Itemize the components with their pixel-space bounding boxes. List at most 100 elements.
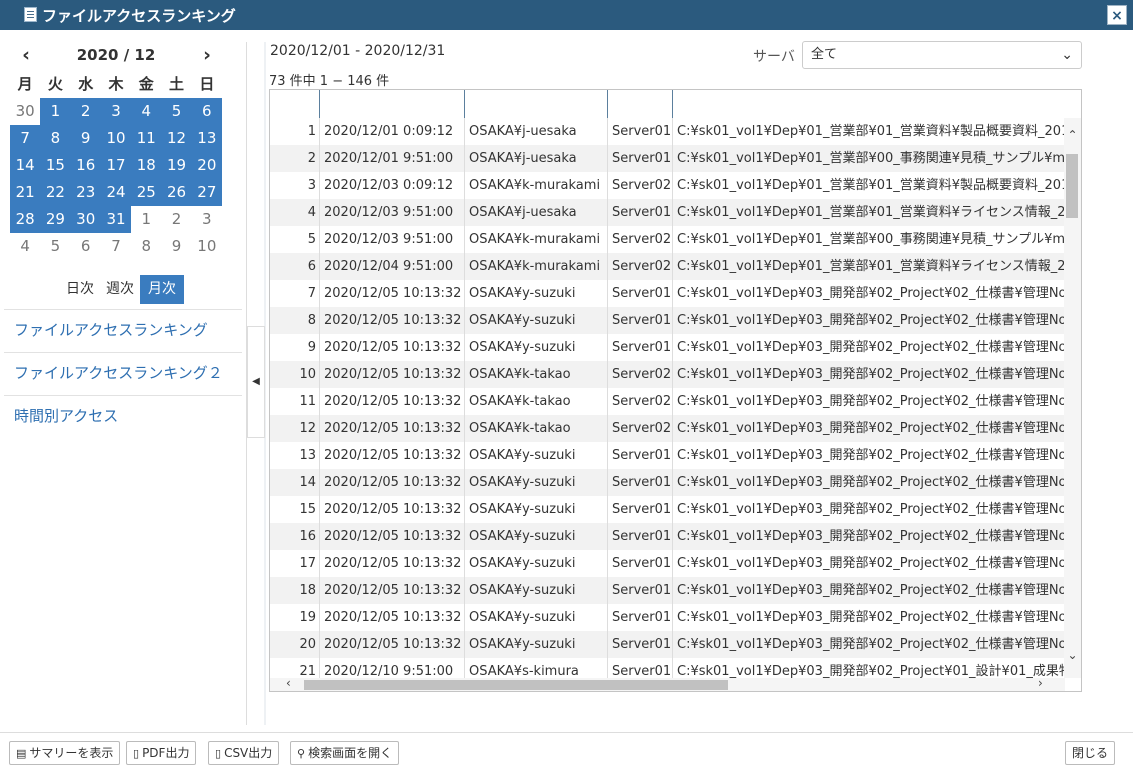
calendar-day[interactable]: 7	[101, 233, 131, 260]
row-target: C:¥sk01_vol1¥Dep¥01_営業部¥01_営業資料¥製品概要資料_2…	[677, 178, 1065, 193]
calendar-day[interactable]: 19	[161, 152, 192, 179]
table-row[interactable]: 13 2020/12/05 10:13:32 OSAKA¥y-suzuki Serve…	[270, 442, 1065, 469]
prev-month-icon[interactable]: ‹	[11, 45, 41, 65]
calendar-day[interactable]: 29	[40, 206, 71, 233]
table-row[interactable]: 18 2020/12/05 10:13:32 OSAKA¥y-suzuki Serve…	[270, 577, 1065, 604]
nav-hourly-access[interactable]: 時間別アクセス	[4, 395, 242, 438]
calendar-day[interactable]: 6	[191, 98, 222, 125]
csv-export-button[interactable]: ▯ CSV出力	[208, 741, 280, 765]
table-row[interactable]: 17 2020/12/05 10:13:32 OSAKA¥y-suzuki Serve…	[270, 550, 1065, 577]
calendar-day[interactable]: 27	[191, 179, 222, 206]
header-target[interactable]: 対象	[673, 90, 1081, 118]
next-month-icon[interactable]: ›	[192, 45, 222, 65]
calendar-day[interactable]: 25	[131, 179, 162, 206]
calendar-day[interactable]: 5	[40, 233, 70, 260]
row-number: 3	[270, 172, 320, 199]
row-number: 8	[270, 307, 320, 334]
table-row[interactable]: 20 2020/12/05 10:13:32 OSAKA¥y-suzuki Serve…	[270, 631, 1065, 658]
scroll-down-icon[interactable]: ⌄	[1064, 648, 1081, 662]
nav-file-access-ranking[interactable]: ファイルアクセスランキング	[4, 309, 242, 352]
pdf-export-button[interactable]: ▯ PDF出力	[126, 741, 197, 765]
calendar-day[interactable]: 1	[131, 206, 161, 233]
close-icon[interactable]: ×	[1107, 5, 1127, 25]
vertical-scroll-thumb[interactable]	[1066, 154, 1078, 218]
calendar-day[interactable]: 14	[10, 152, 41, 179]
collapse-sidebar-icon[interactable]: ◀	[247, 326, 265, 438]
calendar-day[interactable]: 10	[100, 125, 132, 152]
horizontal-scroll-thumb[interactable]	[304, 680, 728, 690]
table-row[interactable]: 5 2020/12/03 9:51:00 OSAKA¥k-murakami Serve…	[270, 226, 1065, 253]
calendar-day[interactable]: 13	[191, 125, 222, 152]
table-row[interactable]: 9 2020/12/05 10:13:32 OSAKA¥y-suzuki Server…	[270, 334, 1065, 361]
calendar-day[interactable]: 1	[40, 98, 71, 125]
table-row[interactable]: 21 2020/12/10 9:51:00 OSAKA¥s-kimura Server…	[270, 658, 1065, 678]
calendar-day[interactable]: 12	[161, 125, 192, 152]
table-row[interactable]: 15 2020/12/05 10:13:32 OSAKA¥y-suzuki Serve…	[270, 496, 1065, 523]
calendar-day[interactable]: 8	[40, 125, 71, 152]
row-number: 11	[270, 388, 320, 415]
row-server: Server01	[608, 280, 673, 307]
table-row[interactable]: 12 2020/12/05 10:13:32 OSAKA¥k-takao Server…	[270, 415, 1065, 442]
row-user: OSAKA¥y-suzuki	[465, 604, 608, 631]
calendar-day[interactable]: 8	[131, 233, 161, 260]
table-row[interactable]: 10 2020/12/05 10:13:32 OSAKA¥k-takao Server…	[270, 361, 1065, 388]
calendar-day[interactable]: 4	[131, 98, 162, 125]
close-button[interactable]: 閉じる	[1065, 741, 1116, 765]
table-row[interactable]: 16 2020/12/05 10:13:32 OSAKA¥y-suzuki Serve…	[270, 523, 1065, 550]
table-row[interactable]: 1 2020/12/01 0:09:12 OSAKA¥j-uesaka Server0…	[270, 118, 1065, 145]
calendar-day[interactable]: 21	[10, 179, 41, 206]
scroll-left-icon[interactable]: ‹	[286, 676, 291, 690]
calendar-day[interactable]: 30	[10, 98, 40, 125]
table-row[interactable]: 11 2020/12/05 10:13:32 OSAKA¥k-takao Server…	[270, 388, 1065, 415]
calendar-day[interactable]: 3	[100, 98, 132, 125]
title-bar: ファイルアクセスランキング ×	[0, 0, 1133, 30]
scroll-right-icon[interactable]: ›	[1038, 676, 1043, 690]
calendar-day[interactable]: 2	[70, 98, 101, 125]
table-row[interactable]: 4 2020/12/03 9:51:00 OSAKA¥j-uesaka Server0…	[270, 199, 1065, 226]
calendar-day[interactable]: 9	[161, 233, 191, 260]
tab-daily[interactable]: 日次	[60, 275, 100, 304]
calendar-day[interactable]: 11	[131, 125, 162, 152]
calendar-day[interactable]: 2	[161, 206, 191, 233]
calendar-day[interactable]: 22	[40, 179, 71, 206]
tab-monthly[interactable]: 月次	[140, 275, 184, 304]
table-row[interactable]: 6 2020/12/04 9:51:00 OSAKA¥k-murakami Serve…	[270, 253, 1065, 280]
calendar-day[interactable]: 26	[161, 179, 192, 206]
calendar-day[interactable]: 30	[70, 206, 101, 233]
server-select[interactable]: 全て ⌄	[802, 41, 1082, 69]
nav-file-access-ranking-2[interactable]: ファイルアクセスランキング２	[4, 352, 242, 395]
calendar-day[interactable]: 10	[192, 233, 222, 260]
calendar-day[interactable]: 4	[10, 233, 40, 260]
calendar-day[interactable]: 24	[100, 179, 132, 206]
table-row[interactable]: 2 2020/12/01 9:51:00 OSAKA¥j-uesaka Server0…	[270, 145, 1065, 172]
calendar-day[interactable]: 18	[131, 152, 162, 179]
calendar-day[interactable]: 31	[100, 206, 132, 233]
calendar-day[interactable]: 28	[10, 206, 41, 233]
calendar-day[interactable]: 17	[100, 152, 132, 179]
calendar-day[interactable]: 5	[161, 98, 192, 125]
scroll-up-icon[interactable]: ⌃	[1064, 128, 1081, 142]
tab-weekly[interactable]: 週次	[100, 275, 140, 304]
table-row[interactable]: 8 2020/12/05 10:13:32 OSAKA¥y-suzuki Server…	[270, 307, 1065, 334]
header-server[interactable]: サーバ	[608, 90, 673, 118]
horizontal-scrollbar[interactable]: ‹ ›	[270, 676, 1065, 691]
calendar-day[interactable]: 6	[71, 233, 101, 260]
calendar-day[interactable]: 7	[10, 125, 41, 152]
calendar-day[interactable]: 15	[40, 152, 71, 179]
calendar-day[interactable]: 16	[70, 152, 101, 179]
header-user[interactable]: ユーザー	[465, 90, 608, 118]
calendar-day[interactable]: 3	[192, 206, 222, 233]
calendar-day[interactable]: 9	[70, 125, 101, 152]
vertical-scrollbar[interactable]: ⌃ ⌄	[1064, 118, 1081, 678]
table-row[interactable]: 3 2020/12/03 0:09:12 OSAKA¥k-murakami Serve…	[270, 172, 1065, 199]
row-target: C:¥sk01_vol1¥Dep¥01_営業部¥00_事務関連¥見積_サンプル¥…	[677, 232, 1065, 247]
row-target: C:¥sk01_vol1¥Dep¥03_開発部¥02_Project¥02_仕様…	[677, 313, 1065, 328]
table-row[interactable]: 7 2020/12/05 10:13:32 OSAKA¥y-suzuki Server…	[270, 280, 1065, 307]
table-row[interactable]: 19 2020/12/05 10:13:32 OSAKA¥y-suzuki Serve…	[270, 604, 1065, 631]
open-search-button[interactable]: ⚲ 検索画面を開く	[290, 741, 400, 765]
summary-button[interactable]: ▤ サマリーを表示	[9, 741, 121, 765]
calendar-day[interactable]: 23	[70, 179, 101, 206]
calendar-day[interactable]: 20	[191, 152, 222, 179]
table-row[interactable]: 14 2020/12/05 10:13:32 OSAKA¥y-suzuki Serve…	[270, 469, 1065, 496]
header-time[interactable]: 時刻	[320, 90, 465, 118]
